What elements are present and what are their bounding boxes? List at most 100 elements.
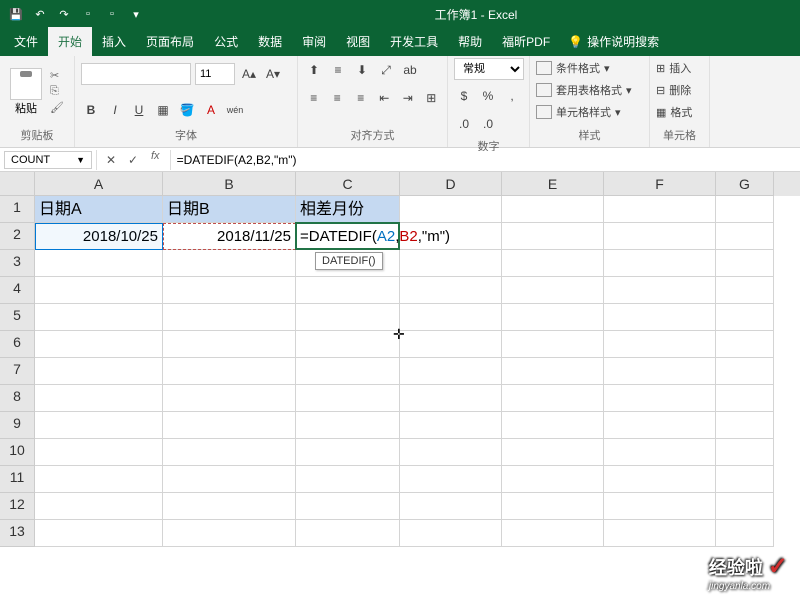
cell[interactable]: [502, 358, 604, 385]
currency-icon[interactable]: $: [454, 86, 474, 106]
tab-home[interactable]: 开始: [48, 27, 92, 56]
cell[interactable]: [502, 493, 604, 520]
bold-button[interactable]: B: [81, 100, 101, 120]
align-top-icon[interactable]: ⬆: [304, 60, 324, 80]
cell[interactable]: [502, 250, 604, 277]
cell[interactable]: [400, 277, 502, 304]
qat-icon[interactable]: ▫: [104, 6, 120, 22]
cell[interactable]: [502, 385, 604, 412]
cell[interactable]: [35, 277, 163, 304]
conditional-format-button[interactable]: 条件格式 ▾: [536, 58, 610, 78]
cell[interactable]: [35, 250, 163, 277]
cell-b1[interactable]: 日期B: [163, 196, 296, 223]
cell[interactable]: [604, 439, 716, 466]
underline-button[interactable]: U: [129, 100, 149, 120]
cell[interactable]: [35, 385, 163, 412]
cell[interactable]: [502, 439, 604, 466]
cell[interactable]: [296, 304, 400, 331]
merge-icon[interactable]: ⊞: [422, 88, 442, 108]
tab-formulas[interactable]: 公式: [204, 27, 248, 56]
cell[interactable]: [296, 520, 400, 547]
row-header[interactable]: 9: [0, 412, 35, 439]
cell[interactable]: [716, 196, 774, 223]
number-format-select[interactable]: 常规: [454, 58, 524, 80]
cancel-icon[interactable]: ✕: [101, 150, 121, 170]
cut-icon[interactable]: ✂: [50, 69, 68, 83]
cell[interactable]: [502, 466, 604, 493]
cell[interactable]: [400, 331, 502, 358]
row-header[interactable]: 5: [0, 304, 35, 331]
row-header[interactable]: 2: [0, 223, 35, 250]
fx-icon[interactable]: fx: [145, 150, 166, 170]
tab-review[interactable]: 审阅: [292, 27, 336, 56]
cell-c2[interactable]: =DATEDIF(A2,B2,"m"): [296, 223, 400, 250]
cell[interactable]: [716, 331, 774, 358]
increase-decimal-icon[interactable]: .0: [454, 114, 474, 134]
cell[interactable]: [163, 466, 296, 493]
cell[interactable]: [296, 358, 400, 385]
cell[interactable]: [502, 304, 604, 331]
tab-file[interactable]: 文件: [4, 27, 48, 56]
tab-data[interactable]: 数据: [248, 27, 292, 56]
cell[interactable]: [400, 196, 502, 223]
cell[interactable]: [35, 412, 163, 439]
cell[interactable]: [604, 412, 716, 439]
cell-a2[interactable]: 2018/10/25: [35, 223, 163, 250]
cell[interactable]: [604, 331, 716, 358]
cell[interactable]: [716, 493, 774, 520]
cell[interactable]: [163, 385, 296, 412]
cell[interactable]: [716, 412, 774, 439]
cell[interactable]: [604, 277, 716, 304]
fill-color-icon[interactable]: 🪣: [177, 100, 197, 120]
cell[interactable]: [716, 439, 774, 466]
cell-b2[interactable]: 2018/11/25: [163, 223, 296, 250]
cell[interactable]: [716, 466, 774, 493]
row-header[interactable]: 6: [0, 331, 35, 358]
cell[interactable]: [400, 223, 502, 250]
cells-area[interactable]: 日期A 日期B 相差月份 2018/10/25 2018/11/25 =DATE…: [35, 196, 800, 547]
row-header[interactable]: 7: [0, 358, 35, 385]
redo-icon[interactable]: ↷: [56, 6, 72, 22]
cell[interactable]: [35, 304, 163, 331]
col-header-f[interactable]: F: [604, 172, 716, 196]
cell[interactable]: [163, 250, 296, 277]
table-format-button[interactable]: 套用表格格式 ▾: [536, 80, 632, 100]
cell[interactable]: [502, 196, 604, 223]
cell[interactable]: [163, 277, 296, 304]
cell[interactable]: [296, 385, 400, 412]
col-header-b[interactable]: B: [163, 172, 296, 196]
tab-dev[interactable]: 开发工具: [380, 27, 448, 56]
insert-cells-button[interactable]: ⊞ 插入: [656, 58, 691, 78]
cell[interactable]: [502, 331, 604, 358]
format-painter-icon[interactable]: 🖌: [50, 101, 68, 115]
cell[interactable]: [604, 196, 716, 223]
qat-icon[interactable]: ▫: [80, 6, 96, 22]
cell[interactable]: [400, 304, 502, 331]
cell-a1[interactable]: 日期A: [35, 196, 163, 223]
font-size-select[interactable]: [195, 63, 235, 85]
col-header-g[interactable]: G: [716, 172, 774, 196]
row-header[interactable]: 12: [0, 493, 35, 520]
tab-layout[interactable]: 页面布局: [136, 27, 204, 56]
col-header-c[interactable]: C: [296, 172, 400, 196]
cell[interactable]: [400, 385, 502, 412]
cell[interactable]: [296, 439, 400, 466]
cell[interactable]: [163, 358, 296, 385]
cell[interactable]: [604, 250, 716, 277]
cell[interactable]: [604, 466, 716, 493]
cell[interactable]: [400, 439, 502, 466]
cell[interactable]: [400, 520, 502, 547]
cell[interactable]: [35, 466, 163, 493]
cell[interactable]: [604, 493, 716, 520]
cell[interactable]: [163, 493, 296, 520]
cell[interactable]: [502, 277, 604, 304]
qat-dropdown-icon[interactable]: ▾: [128, 6, 144, 22]
decrease-decimal-icon[interactable]: .0: [478, 114, 498, 134]
undo-icon[interactable]: ↶: [32, 6, 48, 22]
cell[interactable]: [716, 223, 774, 250]
name-box[interactable]: COUNT ▼: [4, 151, 92, 169]
wrap-text-icon[interactable]: ab: [400, 60, 420, 80]
cell[interactable]: [502, 223, 604, 250]
cell[interactable]: [604, 358, 716, 385]
cell[interactable]: [35, 358, 163, 385]
